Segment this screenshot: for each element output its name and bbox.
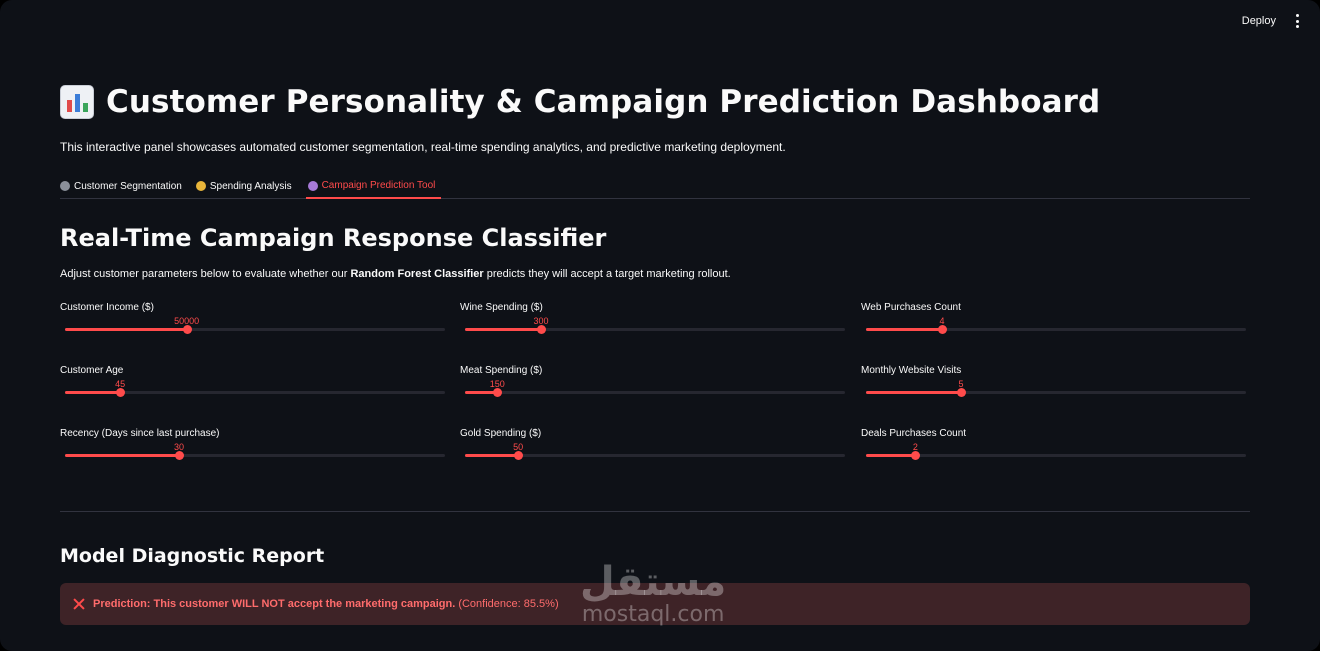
slider-thumb[interactable] (938, 325, 947, 334)
slider-thumb[interactable] (537, 325, 546, 334)
section-divider (60, 511, 1250, 512)
slider-customer-income: Customer Income ($) 50000 (60, 302, 445, 352)
slider-recency: Recency (Days since last purchase) 30 (60, 428, 445, 478)
deploy-button[interactable]: Deploy (1236, 12, 1282, 30)
title-row: Customer Personality & Campaign Predicti… (60, 84, 1100, 120)
page-title: Customer Personality & Campaign Predicti… (106, 84, 1101, 120)
slider-fill (65, 454, 179, 457)
slider-track[interactable]: 150 (465, 379, 845, 397)
slider-track[interactable]: 2 (866, 442, 1246, 460)
slider-track[interactable]: 50 (465, 442, 845, 460)
slider-thumb[interactable] (493, 388, 503, 397)
prediction-alert: Prediction: This customer WILL NOT accep… (60, 583, 1250, 625)
slider-fill (65, 328, 187, 331)
slider-label: Gold Spending ($) (460, 428, 542, 439)
slider-fill (866, 328, 942, 331)
kebab-menu-icon[interactable] (1292, 13, 1302, 29)
slider-deals-purchases: Deals Purchases Count 2 (861, 428, 1246, 478)
slider-monthly-visits: Monthly Website Visits 5 (861, 365, 1246, 415)
slider-thumb[interactable] (116, 388, 126, 397)
slider-track[interactable]: 4 (866, 316, 1246, 334)
slider-fill (866, 391, 961, 394)
tab-campaign-prediction-tool[interactable]: Campaign Prediction Tool (305, 174, 442, 199)
app-window: Deploy Customer Personality & Campaign P… (0, 0, 1320, 651)
top-toolbar: Deploy (1120, 0, 1320, 44)
slider-label: Web Purchases Count (861, 302, 961, 313)
slider-web-purchases: Web Purchases Count 4 (861, 302, 1246, 352)
tab-label: Campaign Prediction Tool (321, 180, 436, 191)
people-icon (60, 181, 70, 191)
tab-label: Spending Analysis (209, 180, 292, 192)
slider-track[interactable]: 300 (465, 316, 845, 334)
slider-label: Customer Income ($) (60, 302, 154, 313)
slider-fill (65, 391, 121, 394)
tab-customer-segmentation[interactable]: Customer Segmentation (60, 174, 188, 198)
slider-track[interactable]: 50000 (65, 316, 445, 334)
slider-track[interactable]: 45 (65, 379, 445, 397)
slider-label: Meat Spending ($) (460, 365, 543, 376)
alert-text: Prediction: This customer WILL NOT accep… (93, 598, 559, 610)
report-heading: Model Diagnostic Report (60, 545, 325, 567)
description-emphasis: Random Forest Classifier (350, 268, 484, 280)
slider-gold-spending: Gold Spending ($) 50 (460, 428, 845, 478)
slider-fill (465, 328, 541, 331)
slider-customer-age: Customer Age 45 (60, 365, 445, 415)
page-subtitle: This interactive panel showcases automat… (60, 140, 786, 154)
slider-track[interactable]: 30 (65, 442, 445, 460)
slider-thumb[interactable] (911, 451, 921, 460)
classifier-description: Adjust customer parameters below to eval… (60, 268, 731, 280)
close-x-icon (73, 598, 85, 610)
slider-label: Customer Age (60, 365, 124, 376)
description-text: predicts they will accept a target marke… (483, 268, 731, 280)
confidence-text: (Confidence: 85.5%) (458, 598, 559, 610)
slider-label: Recency (Days since last purchase) (60, 428, 220, 439)
tab-bar: Customer Segmentation Spending Analysis … (60, 174, 1250, 199)
slider-label: Wine Spending ($) (460, 302, 543, 313)
slider-thumb[interactable] (182, 325, 192, 334)
tab-spending-analysis[interactable]: Spending Analysis (195, 174, 298, 198)
prediction-text: Prediction: This customer WILL NOT accep… (93, 598, 456, 610)
slider-meat-spending: Meat Spending ($) 150 (460, 365, 845, 415)
slider-fill (866, 454, 916, 457)
slider-label: Monthly Website Visits (861, 365, 962, 376)
slider-thumb[interactable] (957, 388, 966, 397)
money-bag-icon (195, 181, 206, 191)
tab-label: Customer Segmentation (74, 180, 182, 192)
classifier-heading: Real-Time Campaign Response Classifier (60, 224, 607, 252)
crystal-ball-icon (307, 180, 318, 191)
slider-wine-spending: Wine Spending ($) 300 (460, 302, 845, 352)
slider-thumb[interactable] (175, 451, 184, 460)
slider-label: Deals Purchases Count (861, 428, 967, 439)
description-text: Adjust customer parameters below to eval… (60, 268, 351, 280)
slider-thumb[interactable] (514, 451, 524, 460)
slider-track[interactable]: 5 (866, 379, 1246, 397)
bar-chart-icon (60, 85, 94, 119)
slider-fill (465, 454, 519, 457)
